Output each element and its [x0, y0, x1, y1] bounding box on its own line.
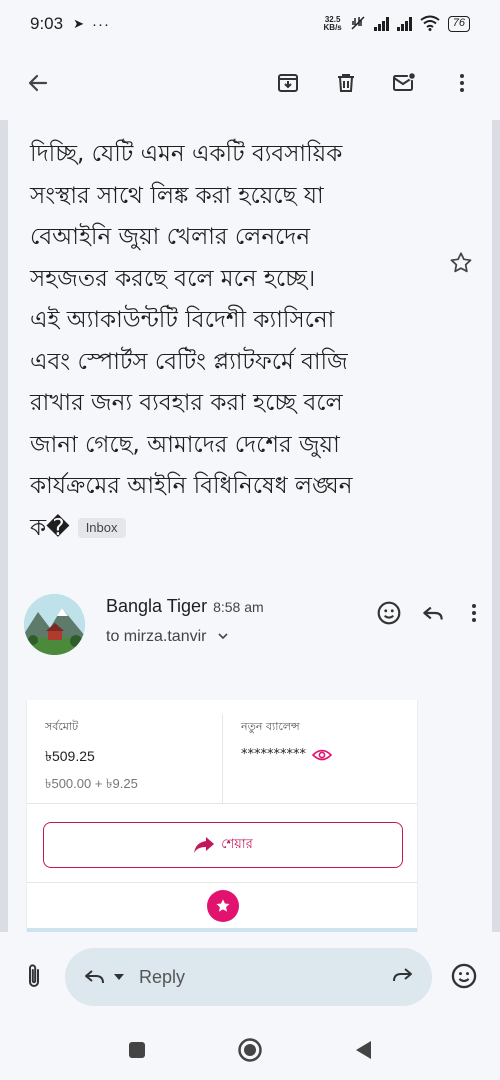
card-separator: [27, 882, 417, 883]
brand-star-badge: [207, 890, 239, 922]
emoji-icon: [451, 963, 477, 989]
send-arrow-icon: ➤: [73, 16, 84, 31]
reply-icon: [85, 970, 104, 984]
landscape-avatar-icon: [24, 594, 85, 655]
star-icon: [216, 899, 230, 912]
system-nav-bar: [0, 1024, 500, 1080]
body-line: ক�: [30, 514, 70, 541]
column-divider: [222, 714, 223, 804]
body-line: রাখার জন্য ব্যবহার করা হচ্ছে বলে: [30, 390, 343, 416]
body-line: বেআইনি জুয়া খেলার লেনদেন: [30, 224, 311, 250]
body-last-line: ক� Inbox: [30, 508, 430, 550]
forward-icon: [393, 968, 412, 982]
circle-icon: [238, 1038, 262, 1062]
home-button[interactable]: [237, 1037, 263, 1067]
archive-button[interactable]: [266, 61, 310, 105]
share-arrow-icon: [194, 837, 215, 853]
body-line: সহজতর করছে বলে মনে হচ্ছে।: [30, 265, 316, 292]
body-line: এবং স্পোর্টস বেটিং প্ল্যাটফর্মে বাজি: [30, 348, 348, 375]
masked-balance: **********: [241, 747, 306, 762]
email-body: দিচ্ছি, যেটি এমন একটি ব্যবসায়িক সংস্থার…: [30, 120, 430, 549]
screen: 9:03 ➤ ··· 32.5 KB/s 76 দিচ্ছি, যেটি এমন…: [0, 0, 500, 1080]
more-vert-icon: [460, 74, 464, 92]
signal-2-icon: [396, 17, 412, 31]
body-line: এই অ্যাকাউন্টটি বিদেশী ক্যাসিনো: [30, 307, 335, 333]
left-edge: [0, 120, 8, 1030]
share-label: শেয়ার: [221, 836, 253, 852]
balance-column: নতুন ব্যালেন্স **********: [241, 718, 332, 762]
wifi-icon: [420, 15, 440, 34]
sender-row[interactable]: Bangla Tiger 8:58 am to mirza.tanvir: [24, 590, 484, 660]
net-speed-unit: KB/s: [323, 23, 342, 32]
clipped-previous-line: [30, 120, 430, 134]
archive-icon: [278, 74, 298, 92]
total-label: সর্বমোট: [45, 720, 79, 733]
body-line: জানা গেছে, আমাদের দেশের জুয়া: [30, 431, 340, 458]
net-speed: 32.5 KB/s: [324, 16, 342, 32]
recipient-toggle[interactable]: to mirza.tanvir: [106, 628, 229, 646]
trash-icon: [338, 74, 354, 92]
reply-icon: [423, 606, 443, 620]
star-outline-icon: [450, 252, 472, 273]
reply-emoji-button[interactable]: [450, 962, 478, 994]
star-button[interactable]: [448, 250, 474, 280]
reply-button[interactable]: [420, 600, 446, 630]
inbox-label-chip[interactable]: Inbox: [77, 518, 126, 538]
reply-label: Reply: [139, 966, 186, 987]
more-options-button[interactable]: [440, 61, 484, 105]
masked-balance-row: **********: [241, 747, 332, 762]
add-reaction-button[interactable]: [376, 600, 402, 630]
app-bar: [0, 48, 500, 118]
right-edge: [492, 120, 500, 1030]
sender-name: Bangla Tiger: [106, 596, 208, 616]
reply-box[interactable]: Reply: [65, 948, 432, 1006]
app-bar-actions: [266, 61, 484, 105]
recents-button[interactable]: [127, 1040, 147, 1064]
avatar[interactable]: [24, 594, 85, 655]
total-amount: ৳509.25: [45, 748, 95, 764]
share-button[interactable]: শেয়ার: [43, 822, 403, 868]
mail-unread-icon: [393, 71, 417, 91]
message-more-button[interactable]: [464, 600, 484, 630]
sender-time: 8:58 am: [213, 599, 264, 615]
status-time: 9:03: [30, 14, 64, 33]
body-line: কার্যক্রমের আইনি বিধিনিষেধ লঙ্ঘন: [30, 473, 353, 499]
chevron-down-icon: [218, 633, 228, 640]
sender-actions: [376, 600, 484, 630]
back-button[interactable]: [16, 61, 60, 105]
delete-button[interactable]: [324, 61, 368, 105]
signal-1-icon: [373, 17, 389, 31]
back-arrow-icon: [28, 74, 48, 92]
reply-area: Reply: [0, 932, 500, 1024]
mute-icon: [350, 15, 366, 34]
total-column: সর্বমোট ৳509.25 ৳500.00 + ৳9.25: [45, 718, 138, 796]
triangle-back-icon: [356, 1041, 371, 1059]
more-vert-icon: [472, 604, 476, 622]
body-line: দিচ্ছি, যেটি এমন একটি ব্যবসায়িক: [30, 141, 343, 167]
emoji-icon: [377, 601, 401, 625]
eye-icon[interactable]: [312, 748, 332, 762]
forward-button[interactable]: [390, 965, 414, 989]
new-balance-label: নতুন ব্যালেন্স: [241, 720, 300, 733]
attachment-icon: [29, 964, 39, 987]
status-right: 32.5 KB/s 76: [324, 15, 470, 34]
attach-button[interactable]: [22, 962, 46, 994]
amount-breakdown: ৳500.00 + ৳9.25: [45, 776, 138, 791]
status-bar: 9:03 ➤ ··· 32.5 KB/s 76: [0, 0, 500, 48]
mark-unread-button[interactable]: [382, 61, 426, 105]
more-notifications-icon: ···: [92, 15, 110, 33]
sender-name-line: Bangla Tiger 8:58 am: [106, 596, 264, 617]
battery-indicator: 76: [447, 16, 470, 32]
back-nav-button[interactable]: [353, 1039, 373, 1065]
recipient-text: to mirza.tanvir: [106, 628, 207, 645]
body-line: সংস্থার সাথে লিঙ্ক করা হয়েছে যা: [30, 182, 324, 209]
caret-down-icon[interactable]: [113, 972, 125, 982]
receipt-card: সর্বমোট ৳509.25 ৳500.00 + ৳9.25 নতুন ব্য…: [26, 700, 418, 932]
square-icon: [129, 1042, 145, 1058]
